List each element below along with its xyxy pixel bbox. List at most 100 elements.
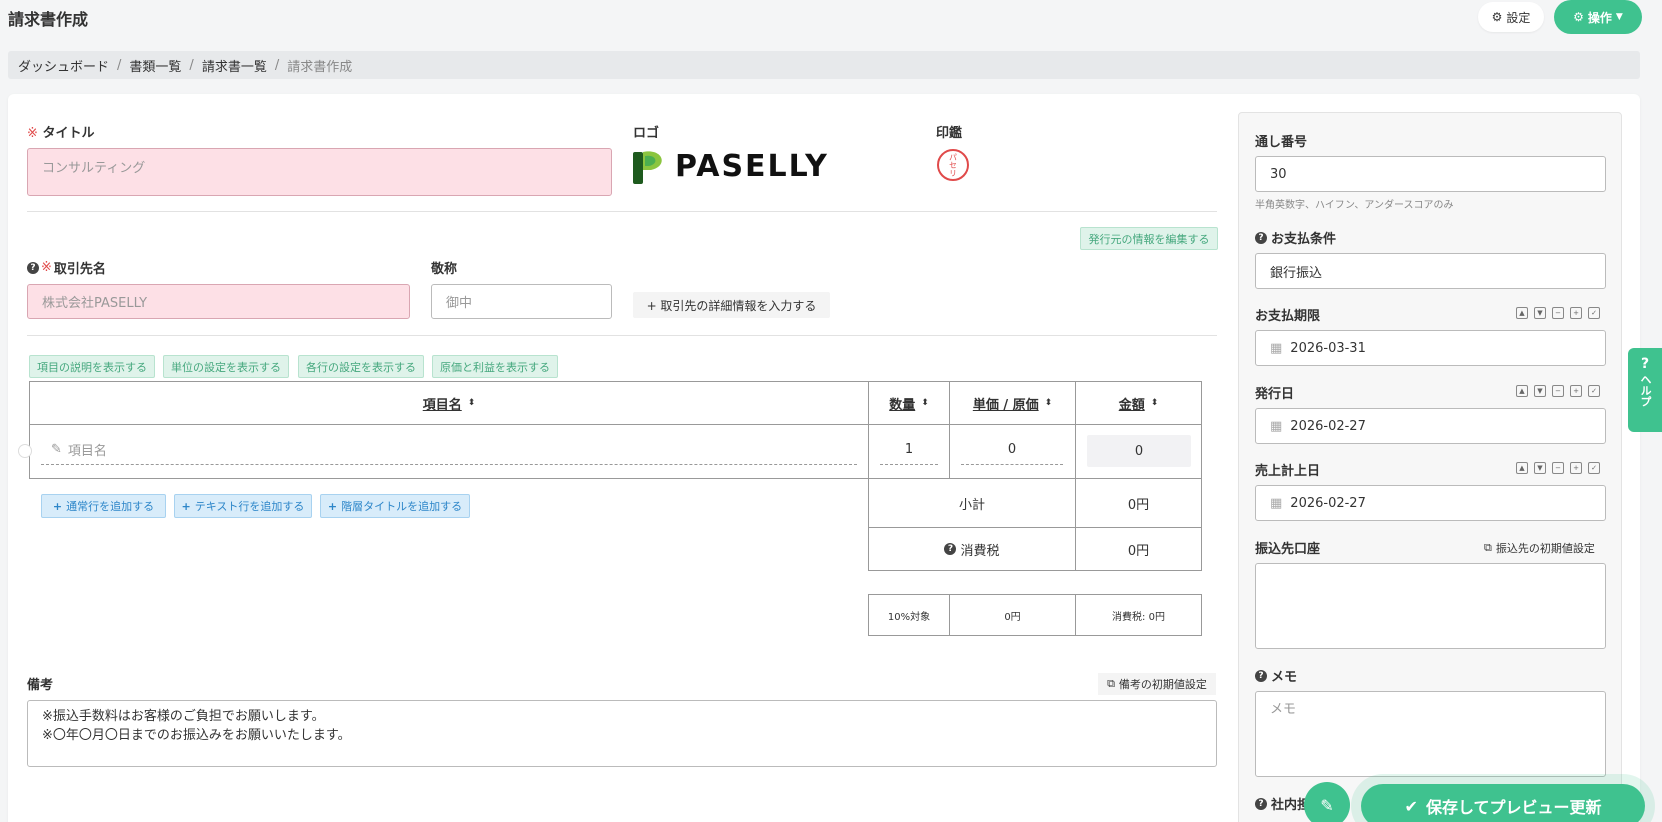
save-preview-button[interactable]: ✔ 保存してプレビュー更新 <box>1361 784 1645 822</box>
tax-rate: 10%対象 <box>887 611 931 623</box>
toggle-unit-settings[interactable]: 単位の設定を表示する <box>163 355 289 378</box>
logo[interactable]: PASELLY <box>633 146 833 186</box>
question-icon[interactable]: ? <box>27 261 39 274</box>
bank-account-label: 振込先口座 <box>1255 542 1321 557</box>
calendar-minus-icon[interactable]: − <box>1552 462 1564 474</box>
serial-input[interactable]: 30 <box>1255 156 1606 192</box>
chevron-up-icon[interactable]: ▲ <box>1516 462 1528 474</box>
serial-label: 通し番号 <box>1255 135 1308 150</box>
due-date-value: 2026-03-31 <box>1290 340 1366 356</box>
honorific-input[interactable]: 御中 <box>431 284 612 319</box>
bank-default-label: 振込先の初期値設定 <box>1495 542 1595 555</box>
save-preview-label: 保存してプレビュー更新 <box>1425 798 1602 817</box>
chevron-up-icon[interactable]: ▲ <box>1516 307 1528 319</box>
calendar-icon: ▦ <box>1270 418 1283 434</box>
chevron-down-icon[interactable]: ▼ <box>1534 462 1546 474</box>
client-input[interactable]: 株式会社PASELLY <box>27 284 410 319</box>
logo-text: PASELLY <box>675 148 829 184</box>
title-label: ※ タイトル <box>27 122 94 141</box>
remarks-default-button[interactable]: ⧉ 備考の初期値設定 <box>1098 673 1216 695</box>
header-amount[interactable]: 金額 ⬍ <box>1076 382 1201 424</box>
memo-textarea[interactable]: メモ <box>1255 691 1606 777</box>
due-date-label: お支払期限 <box>1255 309 1321 324</box>
sales-date-value: 2026-02-27 <box>1290 495 1366 511</box>
calendar-minus-icon[interactable]: − <box>1552 307 1564 319</box>
header-item-label: 項目名 <box>422 397 462 413</box>
sales-date-label: 売上計上日 <box>1255 464 1321 479</box>
tax-label-text: 消費税 <box>960 543 1000 559</box>
pasely-leaf-icon <box>633 151 662 184</box>
operations-button[interactable]: ⚙ 操作 ▼ <box>1554 0 1642 34</box>
serial-value: 30 <box>1270 166 1287 182</box>
header-item-name[interactable]: 項目名 ⬍ <box>30 382 868 424</box>
edit-issuer-button[interactable]: 発行元の情報を編集する <box>1080 227 1218 250</box>
question-icon[interactable]: ? <box>1255 231 1267 244</box>
chevron-down-icon[interactable]: ▼ <box>1534 385 1546 397</box>
chevron-down-icon[interactable]: ▼ <box>1534 307 1546 319</box>
add-text-row-button[interactable]: + テキスト行を追加する <box>174 494 312 518</box>
calendar-icon: ▦ <box>1270 495 1283 511</box>
question-icon[interactable]: ? <box>944 543 957 555</box>
item-name-input[interactable]: ✎ 項目名 <box>41 435 857 465</box>
help-tab[interactable]: ? ヘルプ <box>1628 348 1662 432</box>
calendar-check-icon[interactable]: ✓ <box>1588 385 1600 397</box>
chevron-up-icon[interactable]: ▲ <box>1516 385 1528 397</box>
due-date-shortcuts: ▲ ▼ − + ✓ <box>1516 307 1600 319</box>
calendar-plus-icon[interactable]: + <box>1570 462 1582 474</box>
toggle-cost-profit[interactable]: 原価と利益を表示する <box>432 355 558 378</box>
question-icon[interactable]: ? <box>1255 669 1267 682</box>
breadcrumb-separator: / <box>274 57 280 73</box>
remarks-default-label: 備考の初期値設定 <box>1118 678 1207 691</box>
breadcrumb-dashboard[interactable]: ダッシュボード <box>18 56 109 75</box>
calendar-plus-icon[interactable]: + <box>1570 307 1582 319</box>
add-heading-row-button[interactable]: + 階層タイトルを追加する <box>320 494 470 518</box>
toggle-item-description[interactable]: 項目の説明を表示する <box>29 355 155 378</box>
payment-terms-input[interactable]: 銀行振込 <box>1255 253 1606 289</box>
due-date-input[interactable]: ▦ 2026-03-31 <box>1255 330 1606 366</box>
subtotal-label: 小計 <box>958 497 985 513</box>
tax-breakdown-box: 10%対象 0円 消費税: 0円 <box>868 594 1202 636</box>
settings-button[interactable]: ⚙ 設定 <box>1478 2 1544 32</box>
sales-date-input[interactable]: ▦ 2026-02-27 <box>1255 485 1606 521</box>
required-mark: ※ <box>27 126 38 141</box>
calendar-plus-icon[interactable]: + <box>1570 385 1582 397</box>
title-label-text: タイトル <box>42 126 95 141</box>
honorific-label: 敬称 <box>431 262 458 277</box>
item-name-placeholder: 項目名 <box>67 444 107 459</box>
calendar-minus-icon[interactable]: − <box>1552 385 1564 397</box>
calendar-icon: ▦ <box>1270 340 1283 356</box>
breadcrumb-documents[interactable]: 書類一覧 <box>129 56 181 75</box>
bank-account-textarea[interactable] <box>1255 563 1606 649</box>
add-heading-row-label: 階層タイトルを追加する <box>341 500 463 513</box>
calendar-check-icon[interactable]: ✓ <box>1588 462 1600 474</box>
magic-wand-button[interactable]: ✎ <box>1304 782 1350 822</box>
pencil-icon: ✎ <box>51 442 62 457</box>
honorific-placeholder: 御中 <box>446 296 473 311</box>
issue-date-input[interactable]: ▦ 2026-02-27 <box>1255 408 1606 444</box>
plus-icon: + <box>181 499 191 513</box>
unit-price-input[interactable]: 0 <box>961 435 1063 465</box>
remarks-textarea[interactable]: ※振込手数料はお客様のご負担でお願いします。 ※〇年〇月〇日までのお振込みをお願… <box>27 700 1217 767</box>
sales-date-shortcuts: ▲ ▼ − + ✓ <box>1516 462 1600 474</box>
memo-label: ? メモ <box>1255 666 1297 685</box>
settings-label: 設定 <box>1506 10 1531 25</box>
row-drag-handle[interactable] <box>18 444 32 458</box>
help-question-icon: ? <box>1640 356 1650 372</box>
question-icon[interactable]: ? <box>1255 797 1267 810</box>
bank-default-button[interactable]: ⧉ 振込先の初期値設定 <box>1484 540 1595 556</box>
seal-stamp[interactable]: パセリ <box>937 149 969 181</box>
calendar-check-icon[interactable]: ✓ <box>1588 307 1600 319</box>
page-title: 請求書作成 <box>8 10 89 29</box>
header-qty[interactable]: 数量 ⬍ <box>869 382 949 424</box>
title-input[interactable]: コンサルティング <box>27 148 612 196</box>
client-detail-button[interactable]: + 取引先の詳細情報を入力する <box>633 292 830 318</box>
header-unit-price[interactable]: 単価 / 原価 ⬍ <box>950 382 1075 424</box>
payment-terms-label: ? お支払条件 <box>1255 228 1336 247</box>
gear-icon: ⚙ <box>1573 10 1584 24</box>
toggle-row-settings[interactable]: 各行の設定を表示する <box>298 355 424 378</box>
breadcrumb-invoices[interactable]: 請求書一覧 <box>202 56 267 75</box>
add-normal-row-button[interactable]: + 通常行を追加する <box>41 494 166 518</box>
qty-input[interactable]: 1 <box>880 435 938 465</box>
breadcrumb: ダッシュボード / 書類一覧 / 請求書一覧 / 請求書作成 <box>8 51 1640 79</box>
divider <box>27 211 1217 212</box>
